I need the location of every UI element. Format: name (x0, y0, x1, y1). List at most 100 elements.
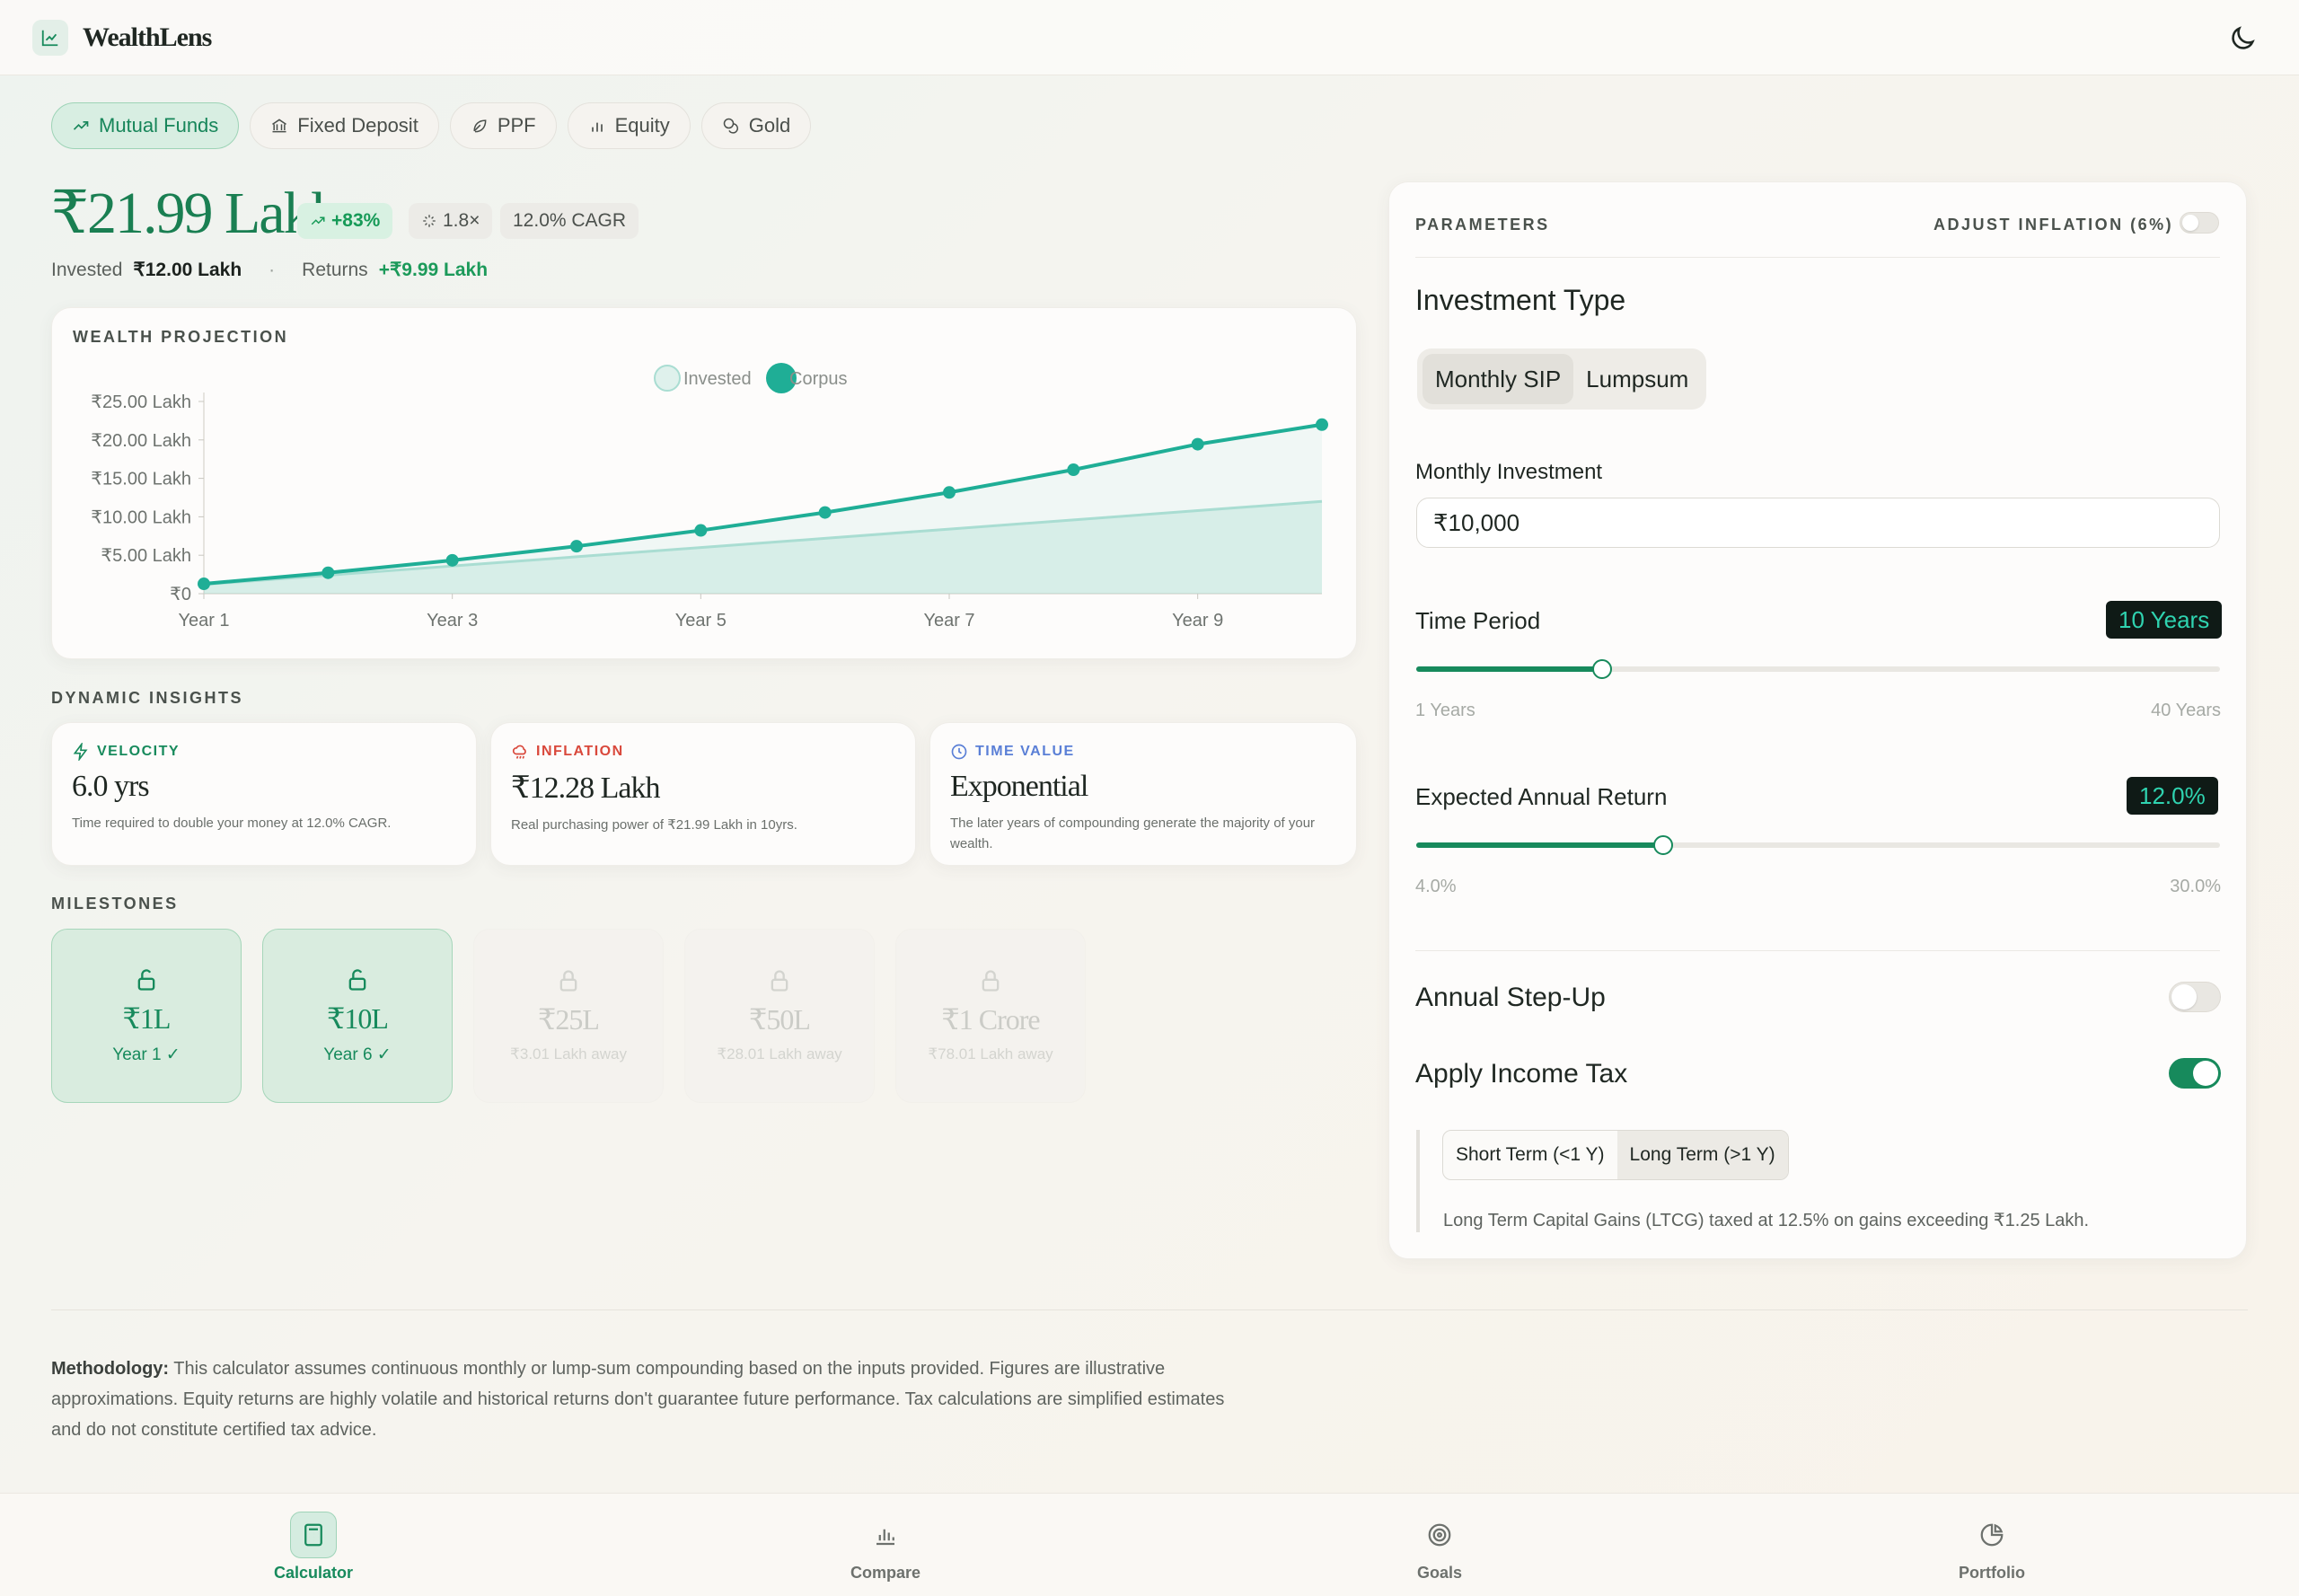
lock-icon (771, 970, 788, 992)
investment-type-segment: Monthly SIP Lumpsum (1417, 348, 1707, 410)
insight-desc: Real purchasing power of ₹21.99 Lakh in … (511, 817, 797, 833)
nav-compare[interactable]: Compare (814, 1512, 957, 1583)
option-lumpsum[interactable]: Lumpsum (1573, 354, 1701, 404)
milestone-value: ₹10L (327, 1001, 389, 1035)
y-tick-label: ₹0 (170, 585, 191, 604)
wealth-projection-chart: ₹0 ₹5.00 Lakh ₹10.00 Lakh ₹15.00 Lakh ₹20.00… (91, 363, 1328, 630)
nav-label: Portfolio (1959, 1564, 2025, 1582)
tax-note: Long Term Capital Gains (LTCG) taxed at … (1443, 1211, 2090, 1230)
asset-tabs: Mutual Funds Fixed Deposit PPF Equity Go… (51, 102, 812, 149)
cloud-rain-icon (512, 745, 526, 759)
insight-desc: The later years of compounding generate … (950, 816, 1316, 851)
tab-gold[interactable]: Gold (700, 102, 812, 149)
leaf-icon (473, 119, 487, 133)
methodology-lead: Methodology: (51, 1359, 170, 1379)
multiplier-badge: 1.8× (409, 203, 493, 239)
nav-goals[interactable]: Goals (1368, 1512, 1511, 1583)
insight-value: 6.0 yrs (72, 770, 150, 803)
annual-return-slider-fill (1416, 842, 1664, 848)
x-tick-label: Year 1 (178, 611, 229, 630)
milestones-title: MILESTONES (51, 895, 179, 913)
separator-dot: · (269, 259, 276, 280)
tax-term-segment: Short Term (<1 Y) Long Term (>1 Y) (1442, 1130, 1789, 1180)
option-short-term[interactable]: Short Term (<1 Y) (1443, 1131, 1617, 1179)
y-tick-label: ₹10.00 Lakh (91, 507, 191, 527)
option-monthly-sip[interactable]: Monthly SIP (1423, 354, 1574, 404)
lock-icon (982, 970, 1000, 992)
moon-icon[interactable] (2227, 23, 2258, 54)
corpus-value: ₹21.99 Lakh (51, 181, 341, 246)
sparkle-icon (423, 215, 436, 227)
app-name: WealthLens (83, 22, 212, 52)
x-tick-label: Year 9 (1172, 611, 1223, 630)
pie-chart-icon (1969, 1512, 2015, 1558)
divider (1415, 257, 2220, 258)
methodology-text: This calculator assumes continuous month… (51, 1359, 1225, 1440)
step-up-toggle[interactable] (2169, 982, 2221, 1012)
nav-calculator[interactable]: Calculator (242, 1512, 385, 1583)
invested-area (204, 501, 1322, 594)
tax-section-rule (1416, 1130, 1420, 1232)
y-tick-label: ₹25.00 Lakh (91, 392, 191, 412)
milestone-1l: ₹1L Year 1 ✓ (51, 929, 242, 1103)
parameters-panel (1388, 181, 2247, 1259)
divider (51, 1309, 2248, 1310)
coins-icon (723, 118, 738, 134)
tab-mutual-funds[interactable]: Mutual Funds (51, 102, 240, 149)
x-tick-label: Year 5 (675, 611, 727, 630)
lightning-icon (73, 743, 88, 761)
milestone-1crore: ₹1 Crore ₹78.01 Lakh away (895, 929, 1086, 1103)
corpus-point (818, 506, 832, 519)
investment-type-label: Investment Type (1415, 284, 1626, 316)
inflation-toggle[interactable] (2180, 212, 2219, 234)
logo-chart-icon (32, 19, 68, 56)
insight-inflation-label: INFLATION (511, 743, 895, 761)
return-min: 4.0% (1415, 877, 1457, 896)
clock-icon (951, 744, 967, 760)
y-tick-label: ₹5.00 Lakh (101, 546, 191, 566)
milestone-25l: ₹25L ₹3.01 Lakh away (473, 929, 664, 1103)
milestone-sub: Year 1 ✓ (112, 1045, 181, 1064)
tab-fixed-deposit[interactable]: Fixed Deposit (250, 102, 439, 149)
corpus-point (694, 524, 708, 537)
time-period-label: Time Period (1415, 607, 1541, 634)
milestone-sub: ₹78.01 Lakh away (928, 1045, 1053, 1063)
milestone-50l: ₹50L ₹28.01 Lakh away (684, 929, 875, 1103)
legend-invested-label: Invested (683, 369, 752, 389)
insight-value: ₹12.28 Lakh (511, 772, 661, 805)
option-long-term[interactable]: Long Term (>1 Y) (1616, 1131, 1788, 1179)
time-period-slider-thumb[interactable] (1591, 659, 1612, 679)
nav-label: Goals (1416, 1564, 1463, 1582)
monthly-investment-label: Monthly Investment (1415, 460, 1603, 484)
insights-title: DYNAMIC INSIGHTS (51, 689, 244, 707)
bar-chart-icon (862, 1512, 909, 1558)
gain-badge: +83% (297, 203, 393, 239)
tab-label: Fixed Deposit (297, 114, 418, 137)
annual-return-label: Expected Annual Return (1415, 783, 1668, 810)
corpus-point (445, 553, 459, 567)
tab-ppf[interactable]: PPF (449, 102, 557, 149)
trending-up-icon (311, 216, 325, 225)
step-up-label: Annual Step-Up (1415, 983, 1606, 1012)
period-min: 1 Years (1415, 701, 1475, 720)
monthly-investment-input[interactable]: ₹10,000 (1416, 498, 2220, 548)
annual-return-value: 12.0% (2127, 777, 2218, 815)
insight-label: TIME VALUE (975, 744, 1075, 759)
unlock-icon (137, 968, 155, 991)
income-tax-toggle[interactable] (2169, 1058, 2221, 1089)
corpus-point (943, 486, 956, 499)
nav-portfolio[interactable]: Portfolio (1920, 1512, 2064, 1583)
insight-time-label: TIME VALUE (950, 743, 1336, 761)
income-tax-label: Apply Income Tax (1415, 1059, 1628, 1089)
bar-chart-icon (591, 122, 603, 132)
insight-inflation-card: INFLATION ₹12.28 Lakh Real purchasing po… (490, 722, 916, 866)
lock-icon (559, 970, 577, 992)
tab-label: Equity (614, 114, 670, 137)
y-tick-label: ₹20.00 Lakh (91, 431, 191, 451)
tab-equity[interactable]: Equity (567, 102, 691, 149)
methodology-note: Methodology: This calculator assumes con… (51, 1354, 1255, 1445)
returns-value: +₹9.99 Lakh (378, 260, 489, 280)
bank-icon (272, 119, 287, 133)
insight-value: Exponential (950, 770, 1088, 803)
nav-label: Compare (850, 1564, 921, 1582)
